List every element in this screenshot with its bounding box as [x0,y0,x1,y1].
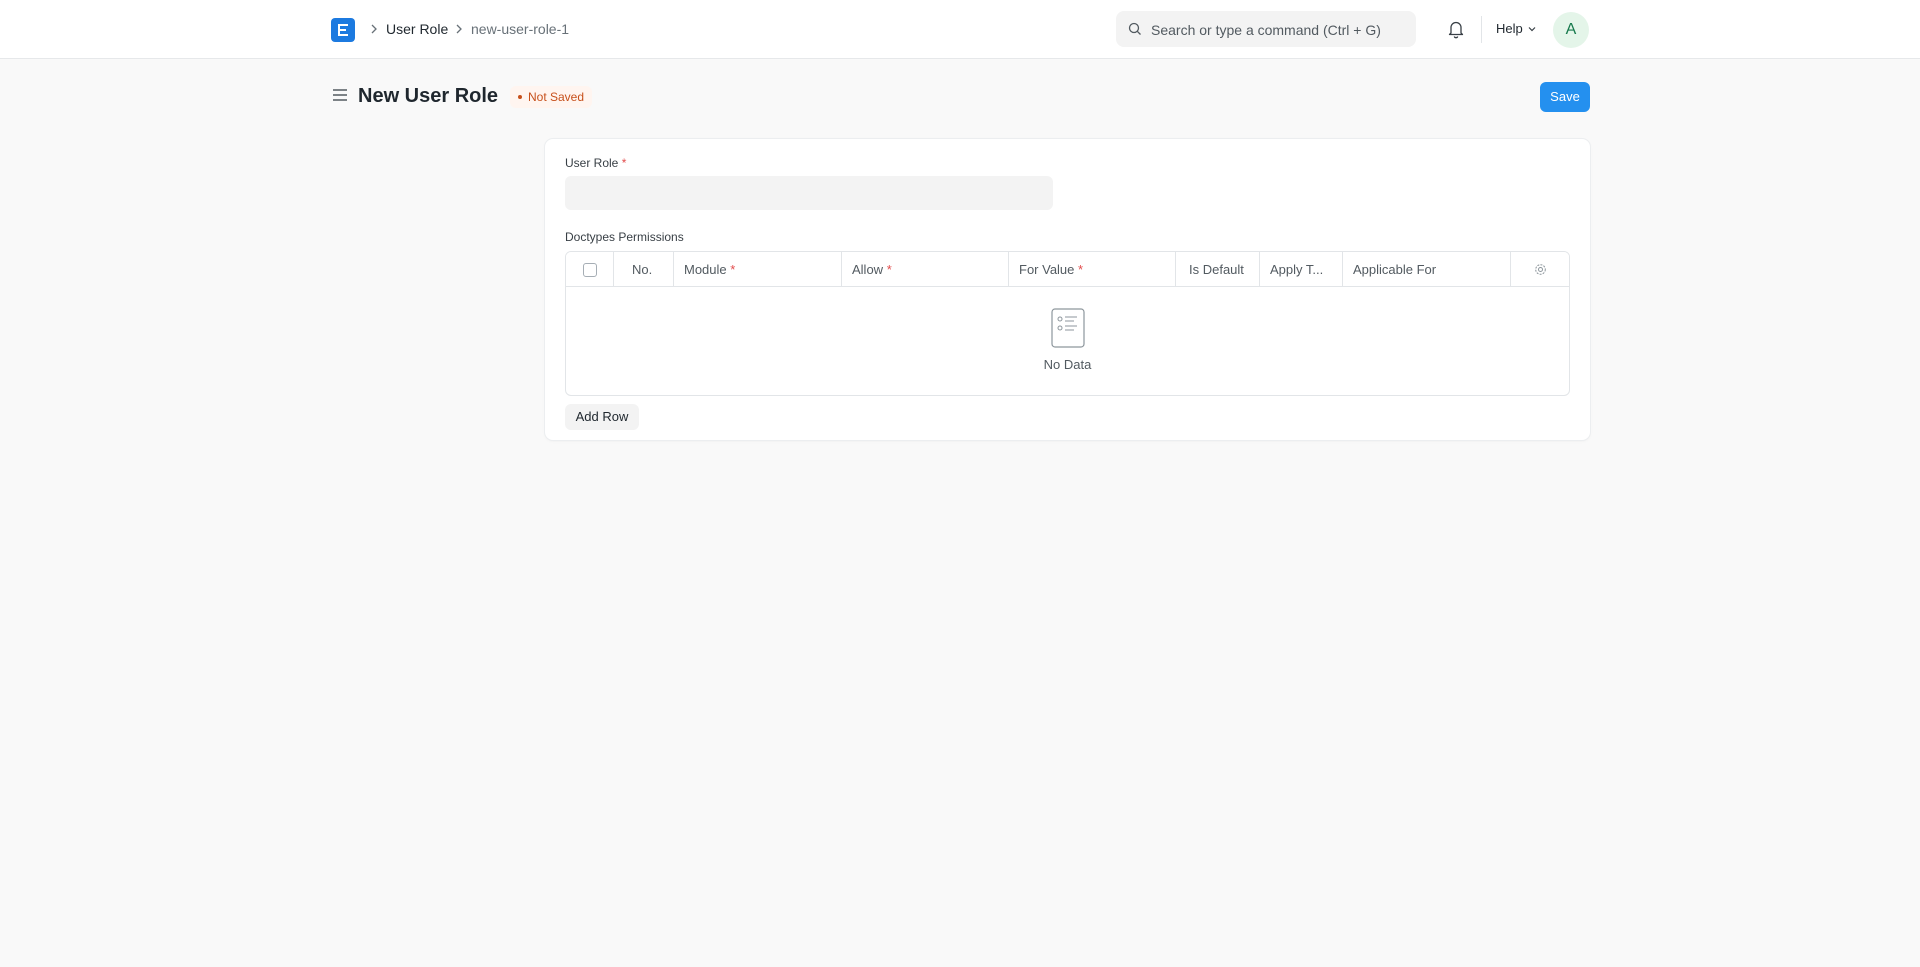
user-role-label: User Role * [565,155,626,171]
grid-header-row: No. Module * Allow * For Value * Is Defa… [566,252,1569,287]
col-apply-to-label: Apply T... [1270,262,1324,277]
col-header-is-default: Is Default [1176,252,1260,287]
breadcrumb-user-role[interactable]: User Role [386,20,448,38]
navbar: User Role new-user-role-1 Search or type… [0,0,1920,59]
col-header-allow: Allow * [842,252,1009,287]
page-title: New User Role [358,85,499,107]
status-text: Not Saved [528,90,585,104]
col-module-label: Module [684,262,727,277]
permissions-grid: No. Module * Allow * For Value * Is Defa… [565,251,1570,396]
avatar[interactable]: A [1553,12,1589,48]
search-bar[interactable]: Search or type a command (Ctrl + G) [1116,11,1416,47]
required-indicator: * [621,156,627,170]
select-all-checkbox[interactable] [583,263,597,277]
hamburger-icon[interactable] [332,88,348,102]
bell-icon[interactable] [1447,19,1465,39]
user-role-label-text: User Role [565,156,619,170]
app-logo[interactable] [331,18,355,42]
col-header-for-value: For Value * [1009,252,1176,287]
chevron-down-icon [1528,27,1536,32]
status-badge: Not Saved [510,86,593,108]
col-header-module: Module * [674,252,842,287]
frappe-logo-icon [338,24,348,36]
add-row-button[interactable]: Add Row [565,404,639,430]
form-card: User Role * Doctypes Permissions No. Mod… [545,139,1590,440]
chevron-right-icon [456,24,462,34]
search-placeholder: Search or type a command (Ctrl + G) [1151,22,1381,38]
required-indicator: * [1078,262,1084,277]
col-header-applicable-for: Applicable For [1343,252,1511,287]
empty-state-text: No Data [1043,357,1092,372]
required-indicator: * [886,262,892,277]
navbar-divider [1481,16,1482,43]
gear-icon[interactable] [1534,263,1547,276]
search-icon [1128,22,1141,35]
col-header-settings [1511,252,1569,287]
breadcrumb-current-doc[interactable]: new-user-role-1 [471,20,569,38]
chevron-right-icon [371,24,377,34]
col-header-no: No. [614,252,674,287]
col-header-apply-to: Apply T... [1260,252,1343,287]
status-dot [518,95,522,99]
col-for-value-label: For Value [1019,262,1075,277]
grid-select-all-cell [566,252,614,287]
required-indicator: * [730,262,736,277]
col-no-label: No. [632,262,653,277]
help-label: Help [1496,21,1523,36]
help-dropdown[interactable]: Help [1496,20,1537,38]
permissions-label: Doctypes Permissions [565,230,684,244]
col-allow-label: Allow [852,262,884,277]
user-role-input[interactable] [565,176,1053,210]
col-is-default-label: Is Default [1189,262,1244,277]
save-button[interactable]: Save [1540,82,1590,112]
col-applicable-for-label: Applicable For [1353,262,1437,277]
empty-list-icon [1051,308,1085,348]
